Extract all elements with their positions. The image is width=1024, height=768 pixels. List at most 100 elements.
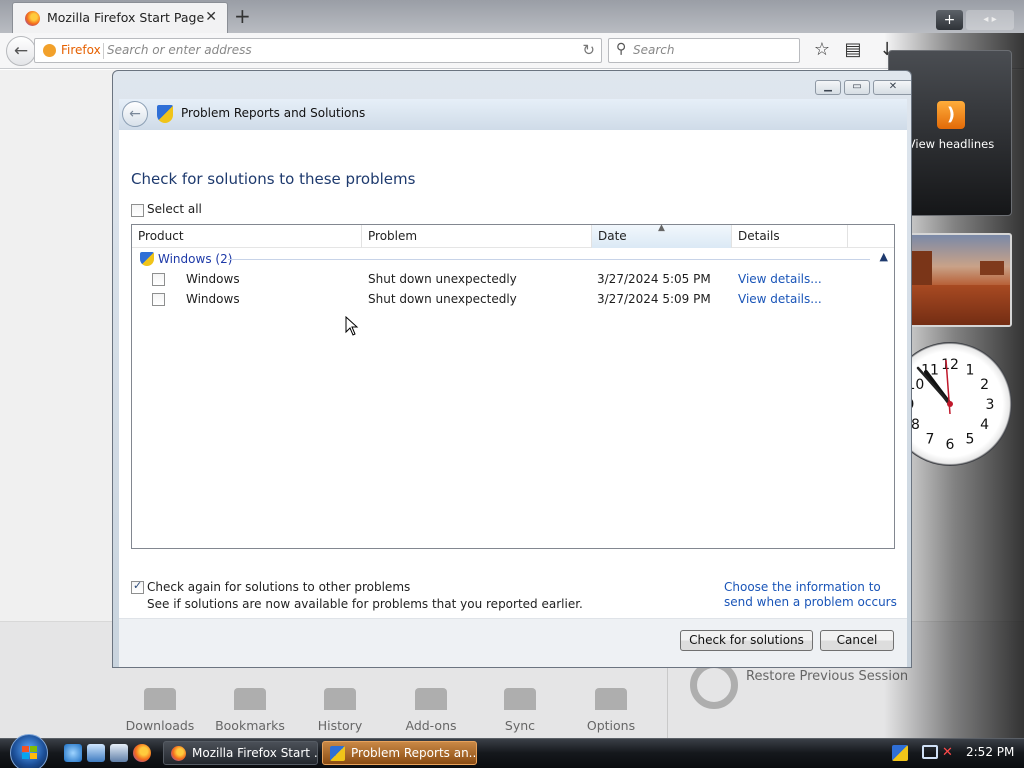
taskbar-button-label: Mozilla Firefox Start ... <box>192 746 318 760</box>
row-product: Windows <box>186 272 240 286</box>
launcher-history[interactable]: History <box>295 688 385 733</box>
row-date: 3/27/2024 5:09 PM <box>597 292 711 306</box>
firefox-tab[interactable]: Mozilla Firefox Start Page ✕ <box>12 2 228 33</box>
clock-numeral: 4 <box>980 417 989 433</box>
check-again-label[interactable]: Check again for solutions to other probl… <box>147 580 410 594</box>
search-placeholder: Search <box>633 43 675 57</box>
clock-center <box>947 401 953 407</box>
show-desktop-icon[interactable] <box>87 744 105 762</box>
launcher-sync[interactable]: Sync <box>475 688 565 733</box>
security-shield-icon <box>157 105 173 123</box>
volume-muted-icon[interactable]: ✕ <box>942 745 958 761</box>
page-heading: Check for solutions to these problems <box>131 170 416 188</box>
clock-numeral: 1 <box>966 362 975 378</box>
table-row[interactable]: Windows Shut down unexpectedly 3/27/2024… <box>132 289 894 309</box>
notification-area: ✕ 2:52 PM <box>884 740 1024 768</box>
sidebar-nav-icon[interactable]: ◂ ▸ <box>966 10 1014 30</box>
launcher-label: History <box>317 718 363 733</box>
choose-information-link[interactable]: Choose the information to send when a pr… <box>724 580 904 610</box>
network-icon[interactable] <box>922 745 938 759</box>
row-date: 3/27/2024 5:05 PM <box>597 272 711 286</box>
launcher-options[interactable]: Options <box>566 688 656 733</box>
launcher-bookmarks[interactable]: Bookmarks <box>205 688 295 733</box>
back-arrow-icon[interactable]: ← <box>6 36 36 66</box>
clock-numeral: 3 <box>986 397 995 413</box>
group-header[interactable]: Windows (2) ▲ <box>140 250 888 267</box>
rss-feed-icon: ) <box>937 101 965 129</box>
back-arrow-icon[interactable]: ← <box>122 101 148 127</box>
row-checkbox[interactable] <box>152 293 165 306</box>
address-bar: ← Problem Reports and Solutions <box>119 99 907 130</box>
close-button[interactable]: ✕ <box>873 80 911 95</box>
column-header-details[interactable]: Details <box>732 225 848 248</box>
clock-numeral: 8 <box>911 417 920 433</box>
window-caption: ▁ ▭ ✕ <box>113 71 911 99</box>
column-header-problem[interactable]: Problem <box>362 225 592 248</box>
taskbar-clock[interactable]: 2:52 PM <box>966 745 1014 759</box>
taskbar-button-problem-reports[interactable]: Problem Reports an... <box>322 741 477 765</box>
launcher-label: Sync <box>504 718 536 733</box>
clock-numeral: 5 <box>966 432 975 448</box>
firefox-logo-icon <box>25 11 40 26</box>
collapse-chevron-icon[interactable]: ▲ <box>880 250 888 263</box>
select-all-checkbox[interactable] <box>131 204 144 217</box>
cancel-button[interactable]: Cancel <box>820 630 894 651</box>
check-for-solutions-button[interactable]: Check for solutions <box>680 630 813 651</box>
url-brand-label: Firefox <box>61 43 101 57</box>
taskbar-button-firefox[interactable]: Mozilla Firefox Start ... <box>163 741 318 765</box>
switch-windows-icon[interactable] <box>110 744 128 762</box>
launcher-downloads[interactable]: Downloads <box>115 688 205 733</box>
column-header-date[interactable]: Date ▲ <box>592 223 732 248</box>
check-again-description: See if solutions are now available for p… <box>147 597 583 611</box>
tab-title: Mozilla Firefox Start Page <box>47 10 205 25</box>
clock-numeral: 7 <box>926 432 935 448</box>
launcher-label: Options <box>586 718 636 733</box>
firefox-quicklaunch-icon[interactable] <box>133 744 151 762</box>
restore-session-icon[interactable] <box>690 661 738 709</box>
bookmarks-menu-icon[interactable]: ▤ <box>842 39 864 61</box>
url-bar[interactable]: Firefox Search or enter address ↻ <box>34 38 602 63</box>
problem-reports-icon <box>330 746 345 761</box>
row-problem: Shut down unexpectedly <box>368 292 517 306</box>
window-title: Problem Reports and Solutions <box>181 106 366 120</box>
url-placeholder: Search or enter address <box>107 43 252 57</box>
clock-numeral: 2 <box>980 377 989 393</box>
history-icon <box>324 688 356 710</box>
windows-logo-icon <box>22 746 38 760</box>
problems-list: Product Problem Date ▲ Details Windows (2… <box>131 223 895 549</box>
addons-icon <box>415 688 447 710</box>
row-checkbox[interactable] <box>152 273 165 286</box>
dialog-body: Check for solutions to these problems Se… <box>119 130 907 618</box>
tab-close-icon[interactable]: ✕ <box>205 9 217 25</box>
firefox-nav-bar: ← Firefox Search or enter address ↻ ⚲ Se… <box>0 33 1024 69</box>
check-again-checkbox[interactable] <box>131 579 144 594</box>
launcher-addons[interactable]: Add-ons <box>386 688 476 733</box>
view-details-link[interactable]: View details... <box>738 272 822 286</box>
select-all-label[interactable]: Select all <box>147 202 202 216</box>
sort-ascending-icon: ▲ <box>658 223 665 233</box>
reload-icon[interactable]: ↻ <box>582 41 595 59</box>
group-divider <box>228 259 870 260</box>
start-button[interactable] <box>10 734 48 768</box>
window-controls: + ◂ ▸ <box>936 10 1014 30</box>
sidebar-add-gadget-button[interactable]: + <box>936 10 963 30</box>
search-box[interactable]: ⚲ Search <box>608 38 800 63</box>
group-label: Windows (2) <box>158 252 233 266</box>
action-center-flag-icon[interactable] <box>892 745 908 761</box>
launcher-label: Add-ons <box>405 718 457 733</box>
restore-separator <box>667 662 668 742</box>
bookmark-star-icon[interactable]: ☆ <box>811 39 833 61</box>
table-row[interactable]: Windows Shut down unexpectedly 3/27/2024… <box>132 269 894 289</box>
maximize-button[interactable]: ▭ <box>844 80 870 95</box>
column-header-row: Product Problem Date ▲ Details <box>132 223 894 248</box>
downloads-icon <box>144 688 176 710</box>
minimize-button[interactable]: ▁ <box>815 80 841 95</box>
search-icon: ⚲ <box>616 41 627 57</box>
column-header-product[interactable]: Product <box>132 225 362 248</box>
firefox-identity-icon <box>43 44 56 57</box>
problem-reports-window: ▁ ▭ ✕ ← Problem Reports and Solutions Ch… <box>112 70 912 668</box>
view-details-link[interactable]: View details... <box>738 292 822 306</box>
new-tab-button[interactable]: + <box>234 3 251 29</box>
internet-explorer-icon[interactable] <box>64 744 82 762</box>
firefox-tab-strip: Mozilla Firefox Start Page ✕ + + ◂ ▸ <box>0 0 1024 33</box>
